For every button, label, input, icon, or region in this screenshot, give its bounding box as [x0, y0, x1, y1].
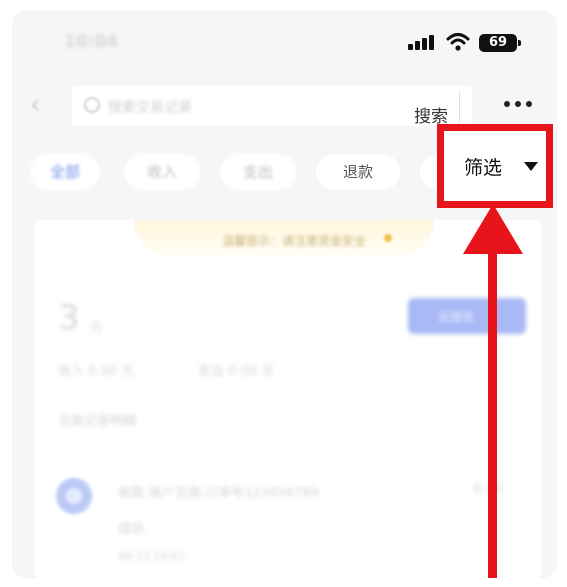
filter-label: 筛选 [464, 157, 503, 179]
withdraw-button[interactable]: 去提现 [408, 298, 526, 334]
back-arrow-icon[interactable]: ‹ [30, 92, 52, 118]
tab-all[interactable]: 全部 [30, 154, 100, 190]
phone-screen: 10:04 69 ‹ 搜索交易记录 搜索 全部 收入 支出 退款 温馨提示：请注… [12, 10, 557, 578]
notice-text: 温馨提示：请注意资金安全 [222, 234, 367, 248]
balance-amount: 3 [58, 298, 80, 338]
search-placeholder: 搜索交易记录 [108, 100, 192, 116]
battery-icon: 69 [479, 34, 521, 52]
wifi-icon [446, 33, 470, 51]
status-time: 10:04 [64, 32, 119, 52]
records-link[interactable]: 交易记录明细 [58, 410, 136, 429]
search-row: ‹ 搜索交易记录 搜索 [12, 82, 557, 130]
cellular-signal-icon [408, 34, 438, 50]
more-dots-icon[interactable] [500, 98, 536, 110]
notice-dot [384, 234, 392, 242]
transaction-title[interactable]: 收款-商户交易-订单号123456789 [118, 482, 319, 501]
annotation-arrow-head [463, 204, 523, 254]
transaction-avatar [56, 478, 92, 514]
transaction-time: 09-12 14:07 [118, 550, 186, 563]
search-icon [84, 97, 100, 113]
notice-banner: 温馨提示：请注意资金安全 [134, 220, 434, 256]
annotation-arrow-shaft [488, 252, 497, 578]
status-bar: 10:04 69 [12, 10, 557, 68]
filter-button[interactable]: 筛选 [437, 124, 553, 208]
withdraw-label: 去提现 [438, 310, 475, 324]
tab-expense[interactable]: 支出 [220, 154, 296, 190]
caret-down-icon [524, 162, 538, 171]
account-card: 温馨提示：请注意资金安全 3 元 去提现 收入 0.00 元 支出 0.00 元… [34, 220, 542, 578]
expense-summary: 支出 0.00 元 [198, 364, 275, 379]
tab-income[interactable]: 收入 [124, 154, 200, 190]
balance-unit: 元 [90, 320, 104, 335]
transaction-status: 成功 [118, 522, 145, 537]
search-input[interactable]: 搜索交易记录 [72, 86, 472, 130]
tab-refund[interactable]: 退款 [316, 154, 400, 190]
income-summary: 收入 0.00 元 [58, 364, 135, 379]
